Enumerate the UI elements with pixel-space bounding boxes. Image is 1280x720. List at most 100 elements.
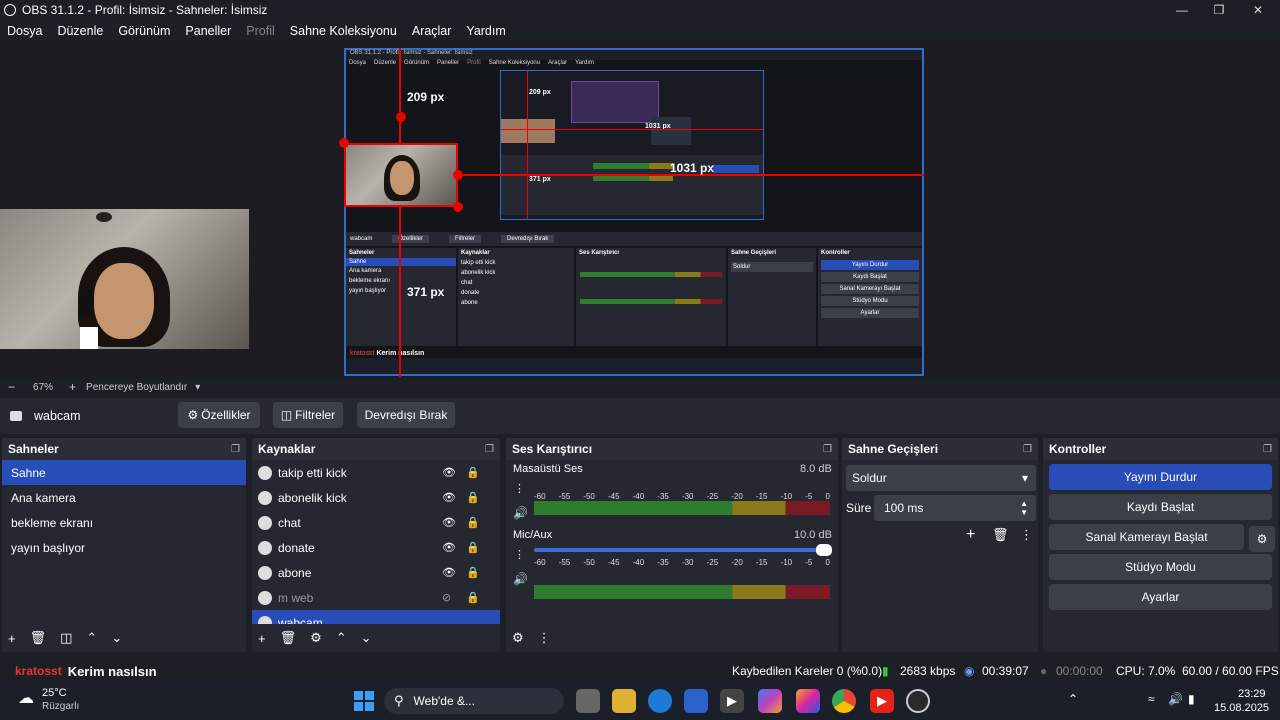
eye-hidden-icon[interactable]: ⊘ bbox=[442, 591, 451, 604]
gear-icon[interactable]: ⚙ bbox=[310, 630, 322, 646]
resize-handle[interactable] bbox=[339, 138, 349, 148]
start-recording-button[interactable]: Kaydı Başlat bbox=[1049, 494, 1272, 520]
filter-icon[interactable]: ◫ bbox=[60, 630, 72, 646]
weather-desc[interactable]: Rüzgarlı bbox=[42, 701, 79, 712]
stop-streaming-button[interactable]: Yayını Durdur bbox=[1049, 464, 1272, 490]
zoom-mode[interactable]: Pencereye Boyutlandır bbox=[86, 382, 187, 393]
source-item[interactable]: m web ⊘ 🔒 bbox=[252, 585, 500, 610]
arrow-down-icon[interactable]: ⌄ bbox=[111, 630, 122, 646]
windows-start-icon[interactable] bbox=[352, 689, 376, 713]
defender-icon[interactable] bbox=[684, 689, 708, 713]
maximize-icon[interactable]: ❐ bbox=[1199, 0, 1239, 20]
obs-icon[interactable] bbox=[906, 689, 930, 713]
source-item[interactable]: takip etti kick 👁 🔒 bbox=[252, 460, 500, 485]
settings-button[interactable]: Ayarlar bbox=[1049, 584, 1272, 610]
scene-item[interactable]: bekleme ekranı bbox=[2, 510, 246, 535]
dock-popout-icon[interactable]: ❐ bbox=[485, 444, 494, 455]
lock-icon[interactable]: 🔒 bbox=[466, 466, 480, 479]
menu-edit[interactable]: Düzenle bbox=[57, 24, 103, 38]
arrow-up-icon[interactable]: ⌃ bbox=[336, 630, 347, 646]
media-player-icon[interactable]: ▶ bbox=[720, 689, 744, 713]
network-icon[interactable]: ≈ bbox=[1148, 692, 1155, 706]
task-view-icon[interactable] bbox=[576, 689, 600, 713]
resize-handle[interactable] bbox=[453, 202, 463, 212]
kebab-menu-icon[interactable]: ⋮ bbox=[514, 548, 525, 561]
trash-icon[interactable]: 🗑 bbox=[992, 527, 1009, 543]
source-item[interactable]: donate 👁 🔒 bbox=[252, 535, 500, 560]
eye-icon[interactable]: 👁 bbox=[442, 566, 456, 579]
menu-scene-collection[interactable]: Sahne Koleksiyonu bbox=[290, 24, 397, 38]
selected-source-box[interactable] bbox=[344, 143, 458, 207]
weather-temp[interactable]: 25°C bbox=[42, 687, 67, 699]
chevron-down-icon[interactable]: ▾ bbox=[195, 382, 200, 393]
taskbar-search[interactable]: ⚲ Web'de &... bbox=[384, 688, 564, 714]
file-explorer-icon[interactable] bbox=[612, 689, 636, 713]
dock-popout-icon[interactable]: ❐ bbox=[1023, 444, 1032, 455]
studio-mode-button[interactable]: Stüdyo Modu bbox=[1049, 554, 1272, 580]
trash-icon[interactable]: 🗑 bbox=[280, 630, 297, 646]
source-item[interactable]: abone 👁 🔒 bbox=[252, 560, 500, 585]
menu-file[interactable]: Dosya bbox=[7, 24, 42, 38]
lock-icon[interactable]: 🔒 bbox=[466, 541, 480, 554]
eye-icon[interactable]: 👁 bbox=[442, 491, 456, 504]
resize-handle[interactable] bbox=[396, 112, 406, 122]
menu-view[interactable]: Görünüm bbox=[118, 24, 170, 38]
lock-icon[interactable]: 🔒 bbox=[466, 591, 480, 604]
filters-button[interactable]: ◫ Filtreler bbox=[273, 402, 343, 428]
eye-icon[interactable]: 👁 bbox=[442, 466, 456, 479]
youtube-icon[interactable]: ▶ bbox=[870, 689, 894, 713]
lock-icon[interactable]: 🔒 bbox=[466, 566, 480, 579]
properties-button[interactable]: ⚙ Özellikler bbox=[178, 402, 260, 428]
weather-icon[interactable]: ☁ bbox=[18, 688, 34, 708]
speaker-icon[interactable]: 🔊 bbox=[513, 506, 528, 520]
gear-icon[interactable]: ⚙ bbox=[512, 630, 524, 646]
clock-date[interactable]: 15.08.2025 bbox=[1214, 702, 1269, 714]
menu-help[interactable]: Yardım bbox=[466, 24, 505, 38]
add-icon[interactable]: + bbox=[966, 526, 975, 544]
volume-slider[interactable] bbox=[534, 544, 832, 556]
minimize-icon[interactable]: — bbox=[1162, 0, 1202, 20]
disable-button[interactable]: Devredışı Bırak bbox=[357, 402, 455, 428]
source-item[interactable]: chat 👁 🔒 bbox=[252, 510, 500, 535]
arrow-up-icon[interactable]: ⌃ bbox=[86, 630, 97, 646]
dock-popout-icon[interactable]: ❐ bbox=[1263, 444, 1272, 455]
chevron-up-icon[interactable]: ⌃ bbox=[1068, 692, 1078, 706]
stepper-icon[interactable]: ▲ ▼ bbox=[1020, 499, 1028, 517]
eye-icon[interactable]: 👁 bbox=[442, 516, 456, 529]
zoom-out-button[interactable]: − bbox=[8, 380, 15, 394]
scene-item[interactable]: Ana kamera bbox=[2, 485, 246, 510]
add-icon[interactable]: + bbox=[258, 631, 266, 646]
arrow-down-icon[interactable]: ⌄ bbox=[361, 630, 372, 646]
menu-docks[interactable]: Paneller bbox=[185, 24, 231, 38]
speaker-icon[interactable]: 🔊 bbox=[513, 572, 528, 586]
chrome-icon[interactable] bbox=[832, 689, 856, 713]
menu-profile[interactable]: Profil bbox=[246, 24, 274, 38]
volume-icon[interactable]: 🔊 bbox=[1168, 692, 1183, 706]
start-virtual-camera-button[interactable]: Sanal Kamerayı Başlat bbox=[1049, 524, 1244, 550]
edge-icon[interactable] bbox=[648, 689, 672, 713]
close-icon[interactable]: ✕ bbox=[1238, 0, 1278, 20]
kebab-menu-icon[interactable]: ⋮ bbox=[514, 482, 525, 495]
scene-item[interactable]: Sahne bbox=[2, 460, 246, 485]
virtual-camera-settings-gear-icon[interactable]: ⚙ bbox=[1249, 526, 1275, 552]
dock-popout-icon[interactable]: ❐ bbox=[231, 444, 240, 455]
lock-icon[interactable]: 🔒 bbox=[466, 516, 480, 529]
transition-select[interactable]: Soldur ▾ bbox=[846, 465, 1036, 491]
add-icon[interactable]: + bbox=[8, 631, 16, 646]
copilot-icon[interactable] bbox=[758, 689, 782, 713]
source-item[interactable]: abonelik kick 👁 🔒 bbox=[252, 485, 500, 510]
kebab-menu-icon[interactable]: ⋮ bbox=[1020, 527, 1033, 543]
dock-popout-icon[interactable]: ❐ bbox=[823, 444, 832, 455]
scene-item[interactable]: yayın başlıyor bbox=[2, 535, 246, 560]
lock-icon[interactable]: 🔒 bbox=[466, 491, 480, 504]
menu-tools[interactable]: Araçlar bbox=[412, 24, 452, 38]
battery-icon[interactable]: ▮ bbox=[1188, 692, 1195, 706]
webcam-feed[interactable] bbox=[0, 209, 249, 349]
trash-icon[interactable]: 🗑 bbox=[30, 630, 47, 646]
duration-input[interactable]: 100 ms ▲ ▼ bbox=[874, 495, 1036, 521]
instagram-icon[interactable] bbox=[796, 689, 820, 713]
kebab-menu-icon[interactable]: ⋮ bbox=[538, 630, 551, 646]
eye-icon[interactable]: 👁 bbox=[442, 541, 456, 554]
zoom-in-button[interactable]: + bbox=[69, 380, 76, 394]
clock-time[interactable]: 23:29 bbox=[1238, 688, 1266, 700]
